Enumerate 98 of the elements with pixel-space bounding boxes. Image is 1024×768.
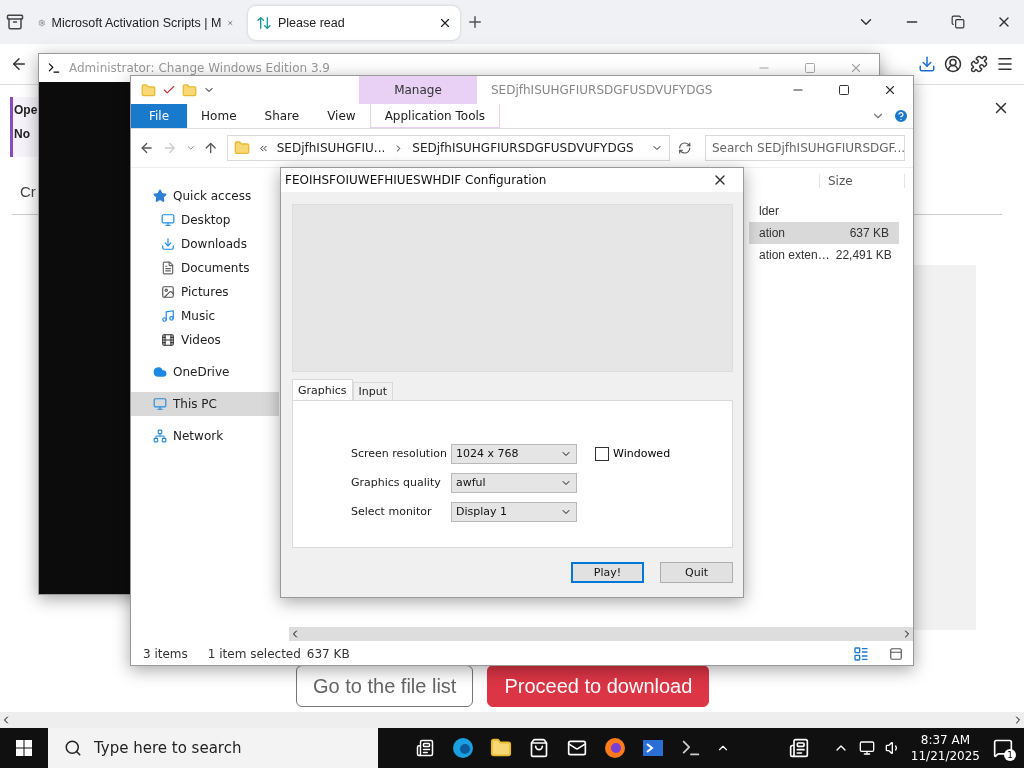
nav-item[interactable]: OneDrive [131,360,279,384]
dropdown[interactable]: Display 1 [451,501,577,522]
music-icon [161,309,175,323]
field-label: Screen resolution [351,447,448,460]
extensions-icon[interactable] [970,55,988,73]
file-size: 22,491 KB [835,248,892,262]
star-icon [153,189,167,203]
folder-icon [141,82,156,98]
close-icon[interactable] [883,83,897,97]
file-type: ation [759,226,786,240]
back-icon[interactable] [10,55,28,73]
tab-title: Microsoft Activation Scripts | M [51,16,222,30]
close-icon[interactable] [438,16,452,30]
tab-title: Please read [278,16,346,30]
document-icon [161,261,175,275]
store-icon[interactable] [529,738,549,758]
restore-icon[interactable] [951,15,965,29]
address-bar[interactable]: SEDjfhISUHGFIU... SEDjfhISUHGFIURSDGFUSDVUFYDGS [226,135,670,161]
download-icon [161,237,175,251]
file-type: lder [759,204,779,218]
taskbar-search[interactable]: Type here to search [48,728,378,768]
cloud-icon [153,365,167,379]
field-label: Select monitor [351,505,433,518]
file-list-button[interactable]: Go to the file list [296,665,474,707]
column-header[interactable]: Size [819,174,905,188]
window-title: SEDjfhISUHGFIURSDGFUSDVUFYDGS [491,83,713,97]
menu-icon[interactable] [996,55,1014,73]
refresh-icon[interactable] [677,141,691,155]
tab-list-icon[interactable] [6,13,24,31]
file-type: ation exten… [759,248,830,262]
computer-icon [153,397,167,411]
search-field[interactable]: Search SEDjfhISUHGFIURSDGF... [704,135,905,161]
picture-icon [161,285,175,299]
nav-item[interactable]: Pictures [131,280,279,304]
up-icon[interactable] [203,140,219,156]
shell-icon[interactable] [642,737,664,759]
console-icon [47,61,61,75]
context-group-label: Manage [394,83,442,97]
ribbon-tab[interactable]: Home [187,104,251,128]
nav-item[interactable]: Desktop [131,208,279,232]
search-icon [64,739,82,757]
new-tab-icon[interactable] [466,13,484,31]
nav-item[interactable]: Network [131,424,279,448]
status-text: 3 items [143,647,188,661]
dialog-tab[interactable]: Graphics [292,379,353,400]
scrollbar[interactable] [0,712,1024,728]
nav-item[interactable]: This PC [131,392,279,416]
dialog-title: FEOIHSFOIUWEFHIUESWHDIF Configuration [285,173,547,187]
notification-count: 1 [1004,749,1016,761]
file-size: 637 KB [849,226,889,240]
nav-item[interactable]: Videos [131,328,279,352]
browser-tab[interactable]: Microsoft Activation Scripts | M [30,6,242,40]
mail-icon[interactable] [567,738,587,758]
checkbox[interactable] [595,446,609,461]
arrows-icon [256,15,272,31]
start-icon[interactable] [16,740,32,756]
window-title: Administrator: Change Windows Edition 3.9 [69,61,330,75]
download-button[interactable]: Proceed to download [487,665,710,707]
notifications-icon[interactable] [993,738,1013,758]
folder-icon[interactable] [490,737,512,759]
tiles-view-icon[interactable] [889,647,903,661]
quit-button[interactable]: Quit [660,562,733,583]
dropdown[interactable]: awful [451,472,577,493]
play-button[interactable]: Play! [571,562,644,583]
file-row[interactable]: ation 637 KB [749,222,899,244]
dialog-tab[interactable]: Input [352,382,394,400]
clock[interactable]: 8:37 AM 11/21/2025 [910,732,980,764]
breadcrumb[interactable]: SEDjfhISUHGFIURSDGFUSDVUFYDGS [412,141,634,155]
status-text: 637 KB [306,647,350,661]
download-icon[interactable] [918,55,936,73]
file-row[interactable]: ation exten… 22,491 KB [749,244,899,266]
back-icon[interactable] [139,140,155,156]
desktop-icon [161,213,175,227]
help-icon[interactable] [893,108,909,124]
maximize-icon[interactable] [838,84,850,96]
account-icon[interactable] [944,55,962,73]
card-text: No [14,127,30,141]
breadcrumb[interactable]: SEDjfhISUHGFIU... [276,141,386,155]
page-text: Cr [20,183,36,200]
nav-item[interactable]: Quick access [131,184,279,208]
details-view-icon[interactable] [853,646,869,662]
card-text: Ope [14,103,38,117]
film-icon [161,333,175,347]
dropdown[interactable]: 1024 x 768 [451,443,577,464]
field-label: Graphics quality [351,476,442,489]
status-text: 1 item selected [207,647,301,661]
nav-item[interactable]: Downloads [131,232,279,256]
scrollbar[interactable] [289,627,913,641]
ribbon-tab[interactable]: Share [250,104,314,128]
news-icon[interactable] [788,738,809,758]
ribbon-tab[interactable]: View [313,104,370,128]
nav-item[interactable]: Music [131,304,279,328]
file-menu[interactable]: File [131,104,188,128]
nav-item[interactable]: Documents [131,256,279,280]
checkbox-label: Windowed [613,447,671,460]
browser-tab[interactable]: Please read [248,6,460,40]
folder-icon [233,140,250,156]
file-row[interactable]: lder [749,200,899,222]
